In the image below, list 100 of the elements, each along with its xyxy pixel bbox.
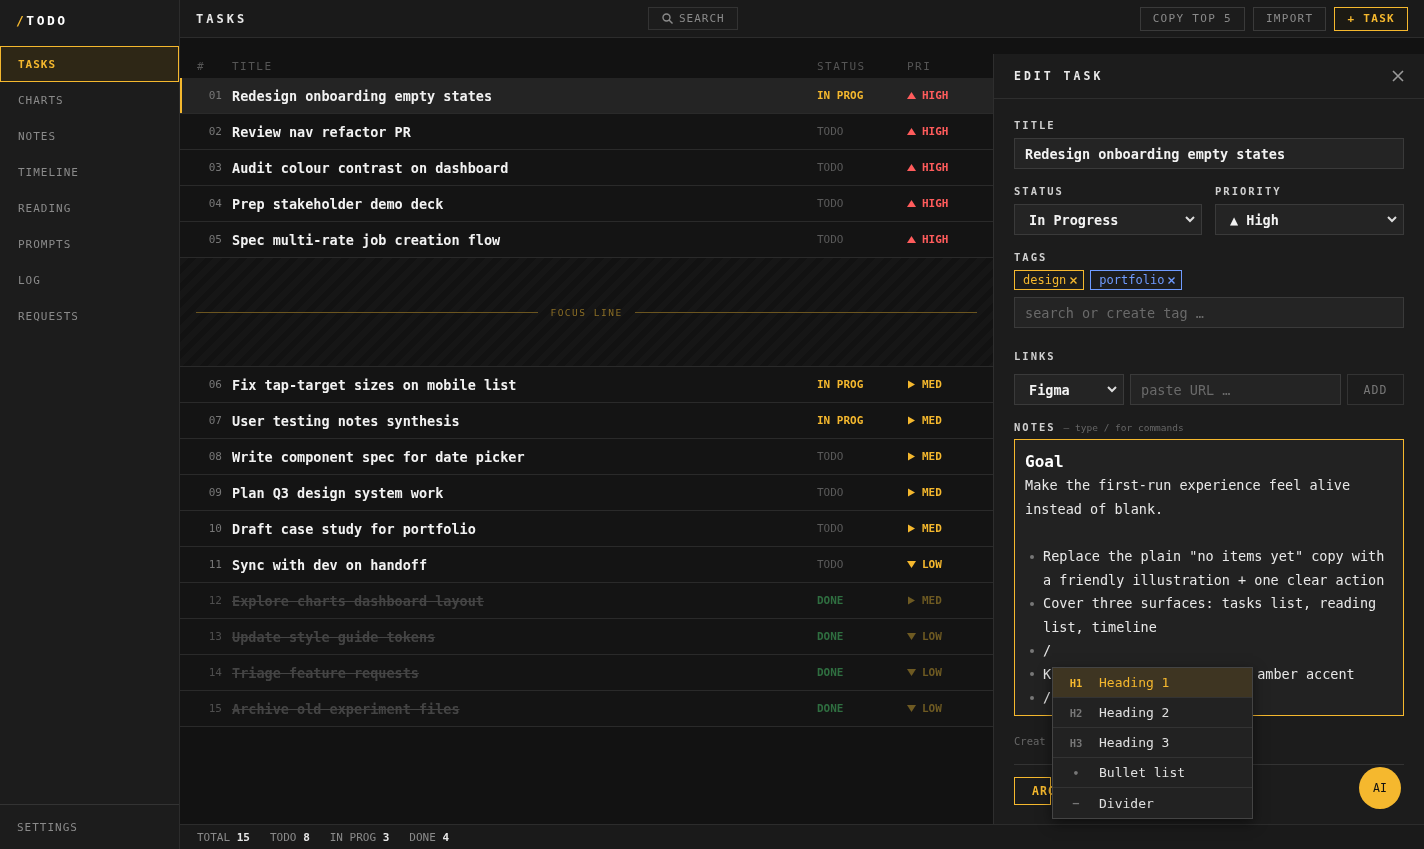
triangle-down-icon [907, 560, 916, 569]
row-number: 08 [208, 450, 223, 463]
menu-item[interactable]: H2 Heading 2 [1053, 698, 1252, 728]
field-label: TITLE [1014, 119, 1057, 131]
row-number: 05 [208, 233, 223, 246]
triangle-up-icon [907, 127, 916, 136]
status-label: DONE [817, 702, 844, 715]
bullet-icon [1030, 601, 1034, 606]
notes-hint: – type / for commands [1063, 422, 1184, 433]
priority-label: LOW [907, 630, 942, 643]
column-header: PRI [907, 59, 933, 73]
triangle-right-icon [907, 380, 916, 389]
triangle-down-icon [907, 632, 916, 641]
row-number: 13 [208, 630, 223, 643]
row-number: 07 [208, 414, 223, 427]
menu-item[interactable]: • Bullet list [1053, 758, 1252, 788]
triangle-right-icon [907, 452, 916, 461]
tag-chip[interactable]: design [1014, 270, 1085, 290]
menu-item[interactable]: – Divider [1053, 788, 1252, 818]
field-label: TAGS [1014, 251, 1049, 263]
page-title: TASKS [196, 11, 249, 26]
sidebar-item[interactable]: TIMELINE [0, 154, 179, 190]
task-title: Fix tap-target sizes on mobile list [232, 376, 517, 393]
sidebar-item[interactable]: LOG [0, 262, 179, 298]
ai-button[interactable]: AI [1359, 767, 1401, 809]
bullet-text: Replace the plain "no items yet" copy with a friendly illustration + one clear action [1043, 547, 1386, 590]
search-button[interactable]: SEARCH [648, 7, 738, 30]
priority-label: HIGH [907, 89, 949, 102]
toolbar-button[interactable]: COPY TOP 5 [1139, 6, 1245, 31]
triangle-right-icon [907, 416, 916, 425]
task-title: Draft case study for portfolio [232, 520, 476, 537]
row-number: 09 [208, 486, 223, 499]
sidebar-item[interactable]: NOTES [0, 118, 179, 154]
tag-chip[interactable]: portfolio [1090, 270, 1183, 290]
add-task-button[interactable]: + TASK [1334, 6, 1408, 31]
bullet-text: K [1043, 664, 1052, 684]
menu-item[interactable]: H1 Heading 1 [1053, 668, 1252, 698]
priority-label: LOW [907, 666, 942, 679]
task-title: Sync with dev on handoff [232, 556, 428, 573]
triangle-up-icon [907, 199, 916, 208]
column-header: TITLE [232, 59, 274, 73]
settings-item[interactable]: SETTINGS [17, 820, 78, 834]
sidebar-item[interactable]: REQUESTS [0, 298, 179, 334]
priority-label: MED [907, 450, 942, 463]
link-type-select[interactable]: Figma [1014, 374, 1124, 405]
bullet-icon [1030, 648, 1034, 653]
status-count: TODO 8 [270, 830, 310, 844]
focus-line-label: FOCUS LINE [550, 306, 623, 318]
bullet-icon [1030, 554, 1034, 559]
task-title: Write component spec for date picker [232, 448, 525, 465]
status-count: IN PROG 3 [329, 830, 390, 844]
title-input[interactable]: Redesign onboarding empty states [1014, 138, 1404, 169]
status-label: TODO [817, 233, 844, 246]
status-label: TODO [817, 197, 844, 210]
sidebar-item[interactable]: CHARTS [0, 82, 179, 118]
task-title: Spec multi-rate job creation flow [232, 231, 501, 248]
sidebar-item[interactable]: READING [0, 190, 179, 226]
status-select[interactable]: In Progress [1014, 204, 1202, 235]
chevron-down-icon [1185, 216, 1195, 223]
bullet-text: Cover three surfaces: tasks list, reading list, timeline [1043, 594, 1378, 637]
task-title: Redesign onboarding empty states [232, 87, 493, 104]
task-title: Audit colour contrast on dashboard [232, 159, 509, 176]
status-count: DONE 4 [409, 830, 450, 844]
triangle-right-icon [907, 524, 916, 533]
notes-paragraph: Make the first-run experience feel alive instead of blank. [1025, 476, 1352, 519]
sidebar-item[interactable]: TASKS [0, 46, 179, 82]
column-header: # [196, 59, 207, 73]
footer-note: Creat [1014, 735, 1046, 749]
toolbar-button[interactable]: IMPORT [1252, 6, 1327, 31]
priority-label: LOW [907, 558, 942, 571]
remove-icon [1168, 276, 1176, 284]
field-label: NOTES [1014, 421, 1056, 433]
add-link-button[interactable]: ADD [1347, 374, 1404, 405]
bullet-text: / [1043, 688, 1052, 707]
triangle-right-icon [907, 596, 916, 605]
row-number: 15 [208, 702, 223, 715]
status-label: DONE [817, 666, 844, 679]
status-label: TODO [817, 450, 844, 463]
priority-label: MED [907, 486, 942, 499]
priority-label: LOW [907, 702, 942, 715]
status-label: DONE [817, 630, 844, 643]
row-number: 01 [208, 89, 223, 102]
status-label: TODO [817, 125, 844, 138]
chevron-down-icon [1107, 386, 1117, 393]
close-button[interactable] [1392, 70, 1404, 82]
triangle-right-icon [907, 488, 916, 497]
priority-label: MED [907, 378, 942, 391]
row-number: 02 [208, 125, 223, 138]
status-label: IN PROG [817, 378, 864, 391]
task-title: Prep stakeholder demo deck [232, 195, 444, 212]
task-row[interactable]: 01 Redesign onboarding empty states IN PROG HIGH [180, 78, 993, 114]
sidebar-item[interactable]: PROMPTS [0, 226, 179, 262]
menu-item[interactable]: H3 Heading 3 [1053, 728, 1252, 758]
chevron-down-icon [1387, 216, 1397, 223]
priority-label: HIGH [907, 197, 949, 210]
row-number: 11 [208, 558, 223, 571]
priority-label: MED [907, 522, 942, 535]
priority-select[interactable]: ▲ High [1215, 204, 1404, 235]
bullet-text: / [1043, 641, 1052, 660]
triangle-down-icon [907, 668, 916, 677]
